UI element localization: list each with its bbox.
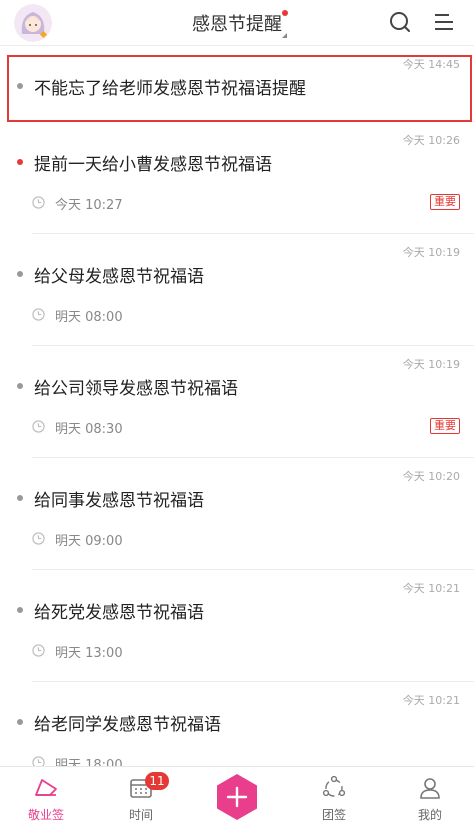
reminder-item[interactable]: 今天 10:21 给老同学发感恩节祝福语 明天 18:00 (0, 682, 474, 766)
clock-icon (32, 308, 45, 321)
clock-icon (32, 644, 45, 657)
clock-icon (32, 532, 45, 545)
reminder-item[interactable]: 今天 10:20 给同事发感恩节祝福语 明天 09:00 (0, 458, 474, 570)
remind-time: 明天 18:00 (55, 758, 123, 766)
tab-time[interactable]: 11 时间 (101, 767, 181, 824)
reminder-text: 给死党发感恩节祝福语 (34, 603, 204, 623)
created-time: 今天 10:26 (402, 134, 460, 147)
reminder-item[interactable]: 今天 10:26 提前一天给小曹发感恩节祝福语 今天 10:27 重要 (0, 122, 474, 234)
reminder-list[interactable]: 今天 14:45 不能忘了给老师发感恩节祝福语提醒 今天 10:26 提前一天给… (0, 46, 474, 766)
tab-label: 团签 (321, 808, 346, 822)
user-icon (420, 778, 440, 799)
created-time: 今天 10:19 (402, 358, 460, 371)
unread-dot (282, 10, 288, 16)
tab-team[interactable]: 团签 (294, 767, 374, 824)
created-time: 今天 10:19 (402, 246, 460, 259)
status-dot (17, 607, 23, 613)
remind-time: 明天 08:30 (55, 422, 123, 437)
status-dot (17, 159, 23, 165)
reminder-text: 给老同学发感恩节祝福语 (34, 715, 221, 735)
page-title[interactable]: 感恩节提醒 (192, 14, 282, 35)
notification-badge: 11 (145, 772, 169, 790)
created-time: 今天 10:21 (402, 694, 460, 707)
tab-mine[interactable]: 我的 (390, 767, 470, 824)
highlight-box (7, 55, 472, 122)
note-tag-icon (35, 779, 57, 796)
status-dot (17, 383, 23, 389)
tab-label: 时间 (128, 808, 153, 822)
reminder-item[interactable]: 今天 10:21 给死党发感恩节祝福语 明天 13:00 (0, 570, 474, 682)
menu-icon[interactable] (432, 10, 456, 34)
clock-icon (32, 420, 45, 433)
tab-jingyeqian[interactable]: 敬业签 (6, 767, 86, 824)
add-button[interactable] (215, 773, 259, 821)
reminder-item[interactable]: 今天 10:19 给公司领导发感恩节祝福语 明天 08:30 重要 (0, 346, 474, 458)
remind-time: 明天 13:00 (55, 646, 123, 661)
bottom-tab-bar: 敬业签 11 时间 团签 我的 (0, 766, 474, 824)
status-dot (17, 495, 23, 501)
tab-label: 我的 (417, 808, 442, 822)
search-icon[interactable] (388, 10, 412, 34)
reminder-text: 给父母发感恩节祝福语 (34, 267, 204, 287)
remind-time: 明天 08:00 (55, 310, 123, 325)
title-dropdown-caret[interactable] (282, 33, 287, 38)
clock-icon (32, 756, 45, 766)
status-dot (17, 271, 23, 277)
remind-time: 今天 10:27 (55, 198, 123, 213)
status-dot (17, 719, 23, 725)
reminder-text: 给公司领导发感恩节祝福语 (34, 379, 238, 399)
reminder-item[interactable]: 今天 10:19 给父母发感恩节祝福语 明天 08:00 (0, 234, 474, 346)
top-header: 感恩节提醒 (0, 0, 474, 46)
reminder-text: 提前一天给小曹发感恩节祝福语 (34, 155, 272, 175)
created-time: 今天 10:21 (402, 582, 460, 595)
tab-label: 敬业签 (27, 808, 64, 822)
clock-icon (32, 196, 45, 209)
important-badge: 重要 (430, 418, 460, 434)
important-badge: 重要 (430, 194, 460, 210)
created-time: 今天 10:20 (402, 470, 460, 483)
reminder-text: 给同事发感恩节祝福语 (34, 491, 204, 511)
remind-time: 明天 09:00 (55, 534, 123, 549)
team-icon (322, 775, 346, 797)
